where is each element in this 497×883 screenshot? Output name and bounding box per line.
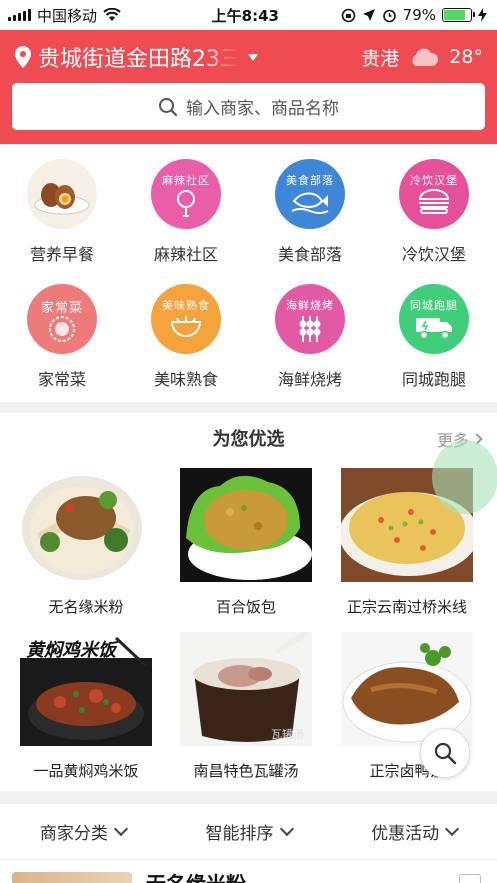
wifi-icon bbox=[103, 8, 121, 21]
category-label: 家常菜 bbox=[37, 370, 86, 389]
section-title: 为您优选 bbox=[212, 429, 285, 450]
location-pin-icon bbox=[15, 46, 31, 68]
search-input[interactable]: 输入商家、商品名称 bbox=[12, 83, 485, 130]
location-arrow-icon bbox=[362, 9, 375, 21]
category-label: 麻辣社区 bbox=[153, 245, 218, 264]
food-name: 一品黄焖鸡米饭 bbox=[33, 762, 139, 780]
food-image bbox=[20, 468, 152, 582]
caret-down-icon[interactable] bbox=[248, 53, 258, 61]
food-image: 黄焖鸡米饭 bbox=[20, 632, 152, 746]
category-home-cooking[interactable]: 家常菜 家常菜 bbox=[0, 284, 124, 390]
burger-icon: 冷饮汉堡 bbox=[399, 159, 469, 229]
category-spicy[interactable]: 麻辣社区 麻辣社区 bbox=[124, 159, 248, 265]
weather-widget: 贵港 28° bbox=[361, 44, 483, 71]
food-name: 正宗云南过桥米线 bbox=[346, 598, 467, 616]
category-deli[interactable]: 美味熟食 美味熟食 bbox=[124, 284, 248, 390]
food-image-caption: 瓦罐汤 bbox=[271, 728, 304, 741]
status-bar: 中国移动 上午8:43 79% bbox=[0, 0, 497, 30]
category-label: 冷饮汉堡 bbox=[401, 245, 466, 264]
filter-label: 商家分类 bbox=[39, 824, 108, 844]
merchant-image bbox=[12, 872, 132, 883]
category-errand[interactable]: 同城跑腿 同城跑腿 bbox=[372, 284, 496, 390]
category-grid: 营养早餐 麻辣社区 麻辣社区 美食部落 美食部落 冷饮汉堡 冷饮汉堡 家常菜 家… bbox=[0, 144, 497, 402]
chevron-down-icon bbox=[113, 821, 128, 837]
merchant-name: 无名缘米粉 bbox=[146, 868, 246, 883]
touch-indicator bbox=[432, 440, 497, 514]
location-selector[interactable]: 贵城街道金田路23三 bbox=[38, 41, 238, 73]
category-icon bbox=[27, 159, 97, 229]
category-label: 海鲜烧烤 bbox=[277, 370, 342, 389]
header: 贵城街道金田路23三 贵港 28° 输入商家、商品名称 bbox=[0, 30, 497, 144]
search-placeholder: 输入商家、商品名称 bbox=[186, 99, 339, 119]
food-name: 南昌特色瓦罐汤 bbox=[193, 762, 299, 780]
category-label: 同城跑腿 bbox=[401, 370, 466, 389]
food-card[interactable]: 百合饭包 bbox=[180, 468, 312, 617]
food-image bbox=[180, 468, 312, 582]
bowl-icon: 美味熟食 bbox=[151, 284, 221, 354]
cloud-icon bbox=[412, 48, 439, 66]
battery-icon bbox=[442, 8, 475, 22]
filter-label: 智能排序 bbox=[205, 824, 274, 844]
chicken-leg-icon: 麻辣社区 bbox=[151, 159, 221, 229]
food-image-caption: 黄焖鸡米饭 bbox=[26, 640, 116, 661]
recommend-section: 为您优选 更多 无名缘米粉 百合饭包 正宗云南过桥米线 黄焖鸡米饭 一品黄焖鸡米… bbox=[0, 413, 497, 791]
signal-icon bbox=[8, 9, 31, 21]
category-breakfast[interactable]: 营养早餐 bbox=[0, 159, 124, 265]
assistive-touch-button[interactable] bbox=[420, 728, 470, 778]
category-label: 美食部落 bbox=[277, 245, 342, 264]
rotation-lock-icon bbox=[341, 8, 355, 22]
food-name: 百合饭包 bbox=[215, 598, 276, 616]
category-cold-drink-burger[interactable]: 冷饮汉堡 冷饮汉堡 bbox=[372, 159, 496, 265]
filter-bar: 商家分类 智能排序 优惠活动 bbox=[0, 804, 497, 860]
chevron-down-icon bbox=[279, 821, 294, 837]
search-icon bbox=[159, 97, 178, 116]
food-image: 瓦罐汤 bbox=[180, 632, 312, 746]
food-name: 无名缘米粉 bbox=[48, 598, 124, 616]
chevron-down-icon bbox=[445, 821, 460, 837]
carrier-name: 中国移动 bbox=[37, 6, 98, 25]
battery-percent: 79% bbox=[402, 6, 436, 24]
filter-category[interactable]: 商家分类 bbox=[0, 819, 166, 844]
charging-icon bbox=[478, 8, 487, 22]
status-time: 上午8:43 bbox=[211, 6, 279, 25]
delivery-truck-icon: 同城跑腿 bbox=[399, 284, 469, 354]
category-seafood-bbq[interactable]: 海鲜烧烤 海鲜烧烤 bbox=[248, 284, 372, 390]
food-card[interactable]: 黄焖鸡米饭 一品黄焖鸡米饭 bbox=[20, 632, 152, 781]
city-name: 贵港 bbox=[361, 47, 400, 70]
filter-sort[interactable]: 智能排序 bbox=[166, 819, 332, 844]
category-label: 营养早餐 bbox=[29, 245, 94, 264]
fish-icon: 美食部落 bbox=[275, 159, 345, 229]
merchant-list-item[interactable]: 无名缘米粉 bbox=[0, 860, 497, 883]
plate-icon: 家常菜 bbox=[27, 284, 97, 354]
food-card[interactable]: 无名缘米粉 bbox=[20, 468, 152, 617]
alarm-icon bbox=[382, 9, 396, 22]
filter-label: 优惠活动 bbox=[371, 824, 440, 844]
merchant-tag bbox=[459, 874, 481, 883]
filter-promotions[interactable]: 优惠活动 bbox=[331, 819, 497, 844]
category-label: 美味熟食 bbox=[153, 370, 218, 389]
skewer-icon: 海鲜烧烤 bbox=[275, 284, 345, 354]
temperature: 28° bbox=[449, 46, 483, 68]
category-food-tribe[interactable]: 美食部落 美食部落 bbox=[248, 159, 372, 265]
search-icon bbox=[434, 742, 457, 765]
food-card[interactable]: 瓦罐汤 南昌特色瓦罐汤 bbox=[180, 632, 312, 781]
